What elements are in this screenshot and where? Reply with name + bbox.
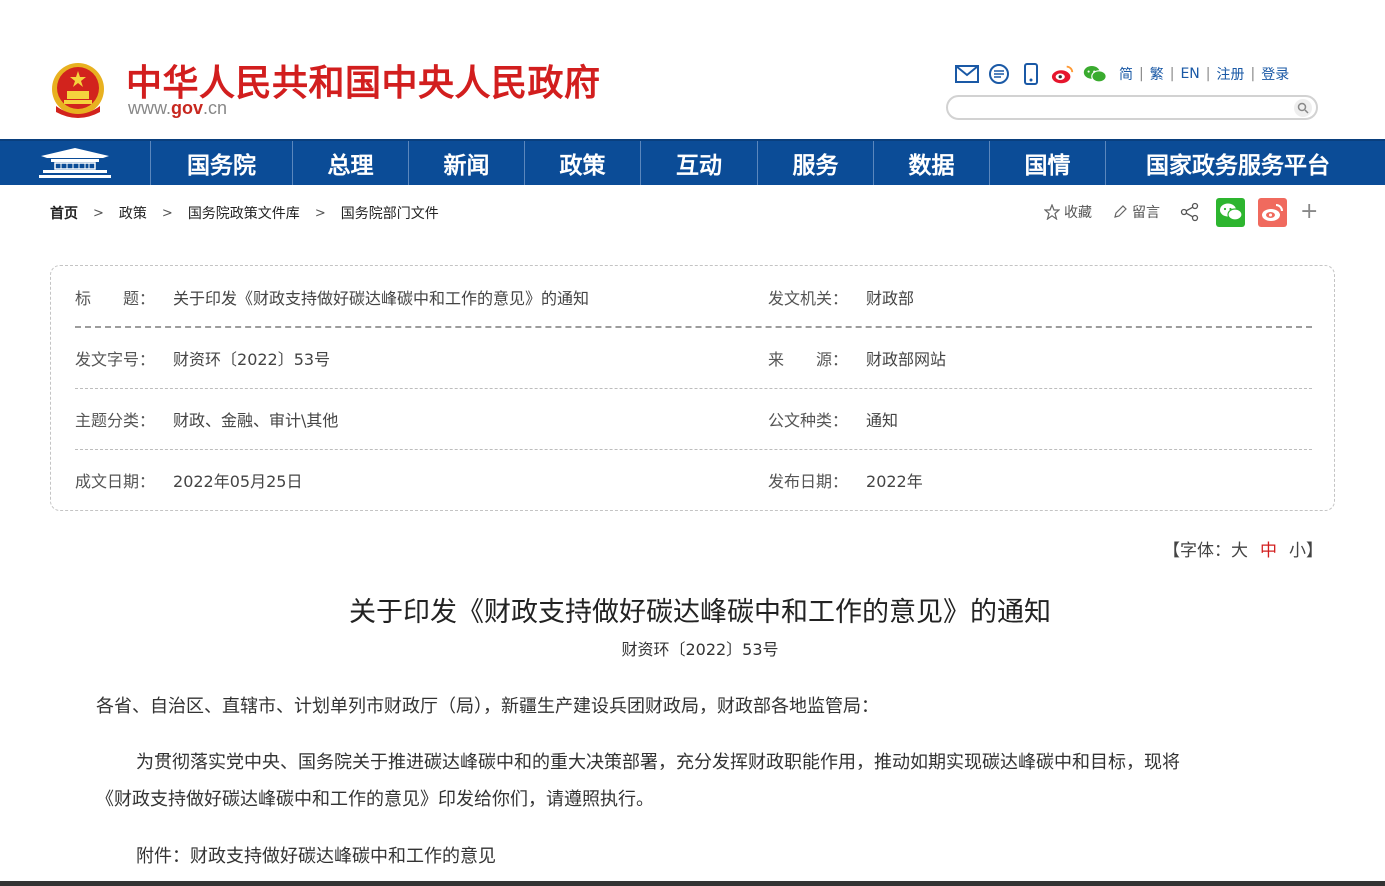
- breadcrumb-arrow: >: [314, 205, 326, 221]
- register-link[interactable]: 注册: [1216, 64, 1244, 84]
- share-bar: 收藏 留言 +: [1044, 197, 1318, 227]
- document-info-table: 标 题： 关于印发《财政支持做好碳达峰碳中和工作的意见》的通知 发文机关： 财政部 …: [50, 265, 1335, 511]
- breadcrumb-department-docs[interactable]: 国务院部门文件: [341, 203, 439, 223]
- lang-simplified-link[interactable]: 简: [1119, 64, 1133, 84]
- comment-button[interactable]: 留言: [1112, 202, 1160, 222]
- info-row: 成文日期： 2022年05月25日 发布日期： 2022年: [75, 449, 1312, 510]
- nav-item-national-info[interactable]: 国情: [990, 141, 1106, 185]
- site-header: 中华人民共和国中央人民政府 www.gov.cn 简 | 繁 | EN | 注册…: [0, 0, 1385, 139]
- nav-home-icon[interactable]: [0, 141, 151, 185]
- share-weibo-icon[interactable]: [1258, 197, 1287, 227]
- font-size-large[interactable]: 大: [1231, 536, 1248, 561]
- info-label: 标 题：: [75, 288, 156, 308]
- breadcrumb-home[interactable]: 首页: [50, 203, 78, 223]
- comment-label: 留言: [1132, 205, 1160, 221]
- nav-item-services[interactable]: 服务: [758, 141, 874, 185]
- nav-item-policy[interactable]: 政策: [525, 141, 641, 185]
- document-number: 财资环〔2022〕53号: [621, 640, 779, 659]
- nav-item-premier[interactable]: 总理: [293, 141, 409, 185]
- search-input[interactable]: [946, 95, 1318, 120]
- info-label: 主题分类：: [75, 410, 156, 430]
- attachment-link[interactable]: 附件：财政支持做好碳达峰碳中和工作的意见: [136, 842, 496, 868]
- url-suffix: .cn: [203, 98, 228, 118]
- info-value: 财政部: [866, 288, 915, 308]
- lang-links: 简 | 繁 | EN | 注册 | 登录: [1119, 64, 1289, 84]
- main-nav: 国务院 总理 新闻 政策 互动 服务 数据 国情 国家政务服务平台: [0, 139, 1385, 185]
- info-label: 成文日期：: [75, 471, 156, 491]
- breadcrumb-arrow: >: [93, 205, 104, 221]
- top-tools: 简 | 繁 | EN | 注册 | 登录: [955, 62, 1289, 86]
- breadcrumb-policy[interactable]: 政策: [119, 203, 147, 223]
- font-size-close: 】: [1306, 541, 1323, 561]
- breadcrumb-policy-library[interactable]: 国务院政策文件库: [188, 203, 300, 223]
- info-row: 发文字号： 财资环〔2022〕53号 来 源： 财政部网站: [75, 327, 1312, 388]
- national-emblem-icon[interactable]: [50, 60, 106, 120]
- share-wechat-icon[interactable]: [1216, 197, 1245, 227]
- font-size-control: 【字体： 大 中 小 】: [1163, 536, 1323, 561]
- font-size-small[interactable]: 小: [1289, 536, 1306, 561]
- nav-item-state-council[interactable]: 国务院: [151, 141, 293, 185]
- star-icon: [1044, 204, 1060, 220]
- breadcrumb-arrow: >: [161, 205, 173, 221]
- info-value: 2022年05月25日: [173, 471, 303, 491]
- separator: |: [1205, 66, 1211, 82]
- font-size-medium[interactable]: 中: [1260, 536, 1277, 561]
- bottom-border: [0, 881, 1385, 886]
- login-link[interactable]: 登录: [1261, 64, 1289, 84]
- nav-item-news[interactable]: 新闻: [409, 141, 525, 185]
- site-url[interactable]: www.gov.cn: [128, 98, 227, 119]
- lang-traditional-link[interactable]: 繁: [1150, 64, 1164, 84]
- article-body-line: 为贯彻落实党中央、国务院关于推进碳达峰碳中和的重大决策部署，充分发挥财政职能作用…: [136, 752, 1180, 773]
- info-value: 财资环〔2022〕53号: [173, 349, 331, 369]
- search-icon[interactable]: [1294, 99, 1312, 117]
- info-value: 财政、金融、审计\其他: [173, 410, 339, 430]
- url-brand: gov: [171, 98, 204, 118]
- info-value: 关于印发《财政支持做好碳达峰碳中和工作的意见》的通知: [173, 288, 590, 308]
- info-value: 2022年: [866, 471, 923, 491]
- nav-item-interaction[interactable]: 互动: [641, 141, 758, 185]
- separator: |: [1250, 66, 1256, 82]
- url-prefix: www.: [128, 98, 172, 118]
- info-label: 发文机关：: [768, 288, 849, 308]
- lang-english-link[interactable]: EN: [1180, 66, 1199, 82]
- info-row: 主题分类： 财政、金融、审计\其他 公文种类： 通知: [75, 388, 1312, 449]
- article-body-line: 《财政支持做好碳达峰碳中和工作的意见》印发给你们，请遵照执行。: [96, 789, 654, 810]
- separator: |: [1169, 66, 1175, 82]
- wechat-icon[interactable]: [1083, 63, 1107, 85]
- info-row: 标 题： 关于印发《财政支持做好碳达峰碳中和工作的意见》的通知 发文机关： 财政部: [75, 266, 1312, 327]
- pen-icon: [1114, 205, 1127, 218]
- article-salutation: 各省、自治区、直辖市、计划单列市财政厅（局），新疆生产建设兵团财政局，财政部各地…: [96, 696, 879, 717]
- info-label: 来 源：: [768, 349, 849, 369]
- separator: |: [1139, 66, 1144, 82]
- message-icon[interactable]: [987, 63, 1011, 85]
- font-size-open: 【字体：: [1163, 541, 1231, 561]
- nav-item-data[interactable]: 数据: [874, 141, 990, 185]
- info-label: 发文字号：: [75, 349, 156, 369]
- favorite-label: 收藏: [1064, 205, 1092, 221]
- share-icon[interactable]: [1180, 202, 1204, 222]
- more-share-button[interactable]: +: [1300, 201, 1318, 223]
- info-label: 发布日期：: [768, 471, 849, 491]
- nav-item-gov-service-platform[interactable]: 国家政务服务平台: [1106, 141, 1370, 185]
- mobile-icon[interactable]: [1019, 63, 1043, 85]
- info-label: 公文种类：: [768, 410, 849, 430]
- mail-icon[interactable]: [955, 63, 979, 85]
- article-title: 关于印发《财政支持做好碳达峰碳中和工作的意见》的通知: [349, 597, 1051, 628]
- weibo-icon[interactable]: [1051, 63, 1075, 85]
- favorite-button[interactable]: 收藏: [1044, 202, 1092, 222]
- info-value: 财政部网站: [866, 349, 947, 369]
- info-value: 通知: [866, 410, 899, 430]
- breadcrumb: 首页 > 政策 > 国务院政策文件库 > 国务院部门文件: [50, 203, 439, 223]
